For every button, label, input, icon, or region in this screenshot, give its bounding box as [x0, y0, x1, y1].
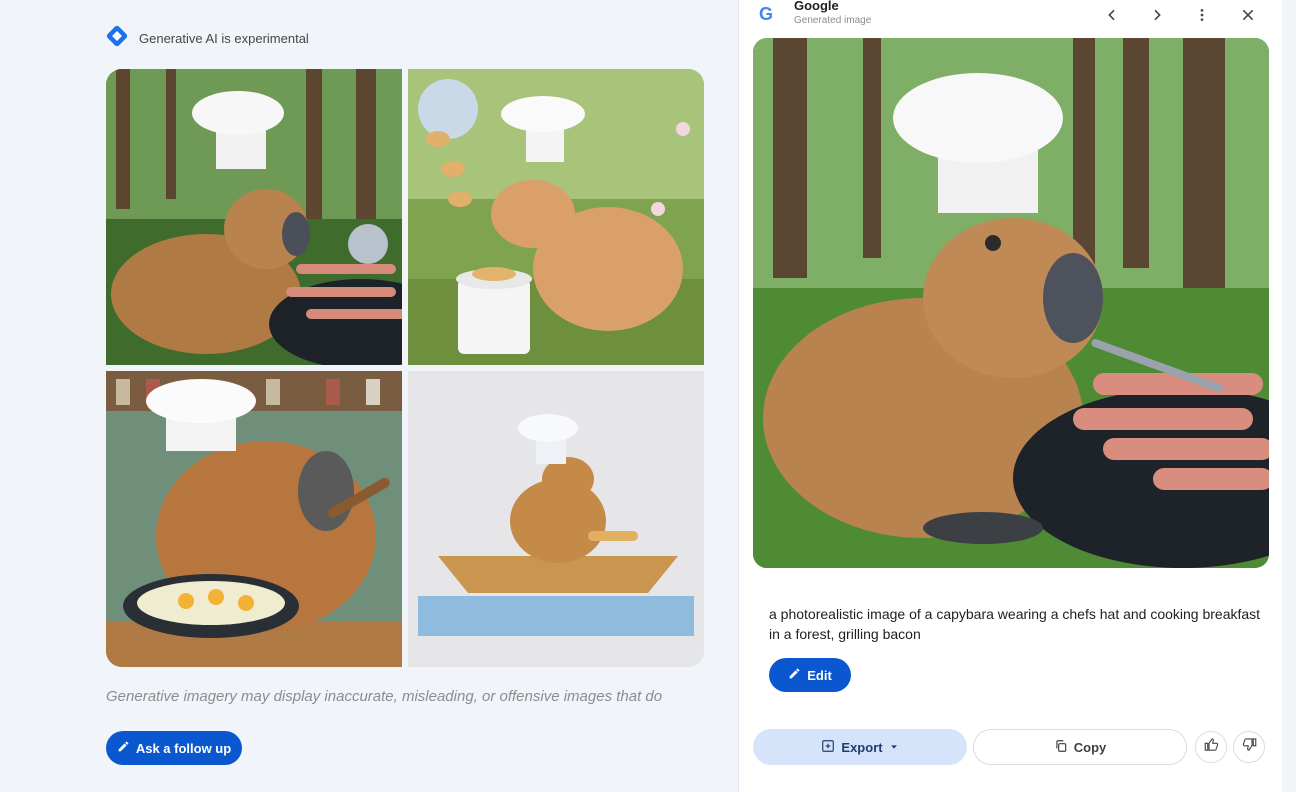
caret-down-icon — [889, 740, 899, 755]
generated-image-3[interactable] — [106, 371, 402, 667]
more-vert-icon[interactable] — [1189, 2, 1215, 28]
image-viewer-panel: G Google Generated image a photorealisti… — [738, 0, 1282, 792]
viewer-header: G Google Generated image — [739, 0, 1283, 30]
thumb-down-button[interactable] — [1233, 731, 1265, 763]
pencil-icon — [788, 667, 801, 683]
image-grid — [106, 69, 704, 667]
selected-generated-image[interactable] — [753, 38, 1269, 568]
results-panel: Generative AI is experimental Generative… — [0, 0, 738, 792]
export-button[interactable]: Export — [753, 729, 967, 765]
chevron-left-icon[interactable] — [1099, 2, 1125, 28]
image-prompt-text: a photorealistic image of a capybara wea… — [769, 606, 1261, 642]
generated-image-4[interactable] — [408, 371, 704, 667]
ask-follow-up-button[interactable]: Ask a follow up — [106, 731, 242, 765]
copy-button[interactable]: Copy — [973, 729, 1187, 765]
pencil-icon — [117, 740, 130, 756]
generated-image-2[interactable] — [408, 69, 704, 365]
close-icon[interactable] — [1235, 2, 1261, 28]
source-name: Google — [794, 0, 839, 13]
copy-icon — [1054, 739, 1068, 756]
experimental-label: Generative AI is experimental — [139, 31, 309, 46]
sparkle-diamond-icon — [105, 24, 129, 53]
edit-button[interactable]: Edit — [769, 658, 851, 692]
thumb-down-icon — [1242, 737, 1257, 757]
chevron-right-icon[interactable] — [1144, 2, 1170, 28]
experimental-notice: Generative AI is experimental — [105, 24, 309, 53]
edit-label: Edit — [807, 667, 832, 683]
export-icon — [821, 739, 835, 756]
google-g-icon: G — [759, 4, 774, 24]
disclaimer-text: Generative imagery may display inaccurat… — [106, 688, 663, 705]
thumb-up-icon — [1204, 737, 1219, 757]
source-subtitle: Generated image — [794, 15, 872, 26]
generated-image-1[interactable] — [106, 69, 402, 365]
thumb-up-button[interactable] — [1195, 731, 1227, 763]
copy-label: Copy — [1073, 739, 1107, 755]
export-label: Export — [841, 739, 883, 755]
ask-follow-up-label: Ask a follow up — [135, 740, 232, 756]
viewer-actions: Export Copy — [753, 729, 1273, 765]
